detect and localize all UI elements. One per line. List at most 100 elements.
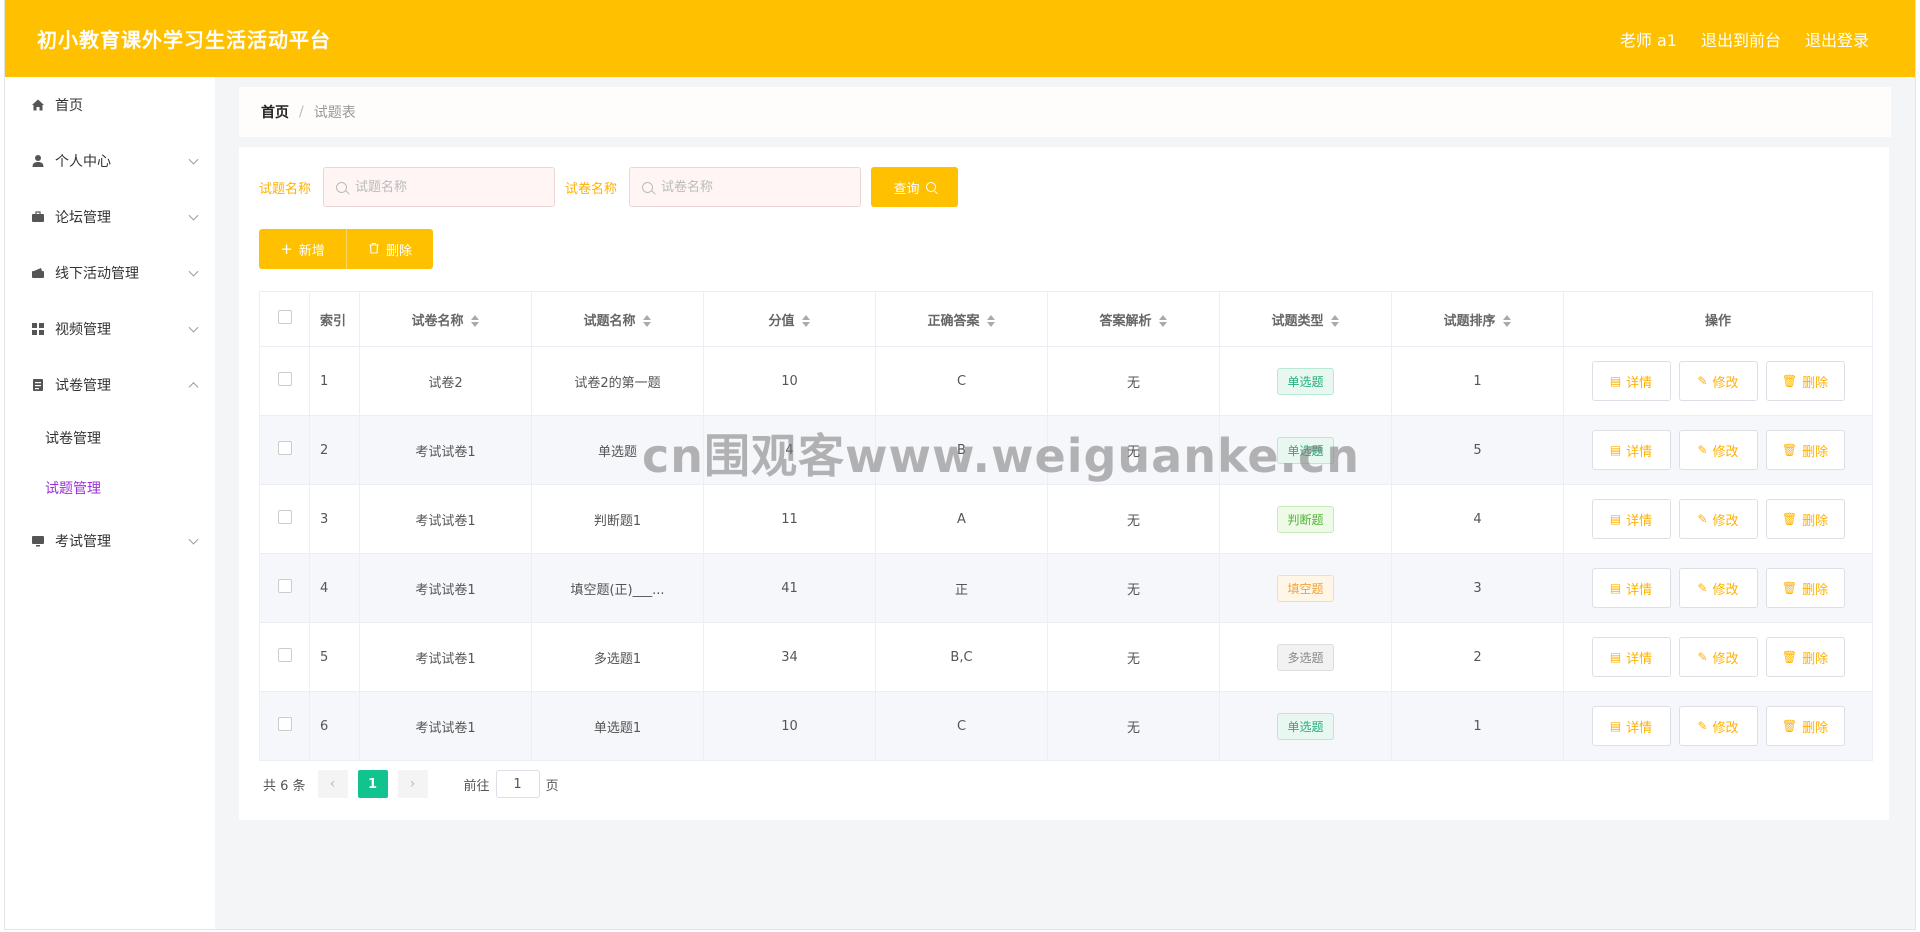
edit-button-label: 修改 — [1712, 444, 1739, 460]
delete-button[interactable]: 🗑 删除 — [1765, 637, 1845, 677]
search-form: 试题名称 试卷名称 查询 — [259, 167, 959, 207]
edit-button[interactable]: ✎ 修改 — [1678, 361, 1758, 401]
sidebar-item-exam-paper[interactable]: 试卷管理 — [5, 357, 215, 413]
edit-button[interactable]: ✎ 修改 — [1678, 499, 1758, 539]
header-question-order[interactable]: 试题排序 — [1391, 291, 1564, 347]
question-type-tag: 单选题 — [1277, 712, 1334, 740]
briefcase-icon — [29, 208, 47, 226]
edit-button[interactable]: ✎ 修改 — [1678, 430, 1758, 470]
cell-answer-analysis: 无 — [1047, 415, 1220, 485]
header-correct-answer[interactable]: 正确答案 — [875, 291, 1048, 347]
sort-icon[interactable] — [1330, 315, 1340, 327]
row-select-cell — [259, 622, 310, 692]
document-icon: ▤ — [1609, 374, 1622, 388]
goto-page-input[interactable] — [495, 770, 540, 798]
chevron-down-icon — [188, 154, 199, 165]
detail-button[interactable]: ▤ 详情 — [1591, 637, 1671, 677]
row-checkbox[interactable] — [277, 510, 292, 524]
detail-button[interactable]: ▤ 详情 — [1591, 430, 1671, 470]
sort-icon[interactable] — [642, 315, 652, 327]
breadcrumb-home[interactable]: 首页 — [261, 102, 289, 122]
sidebar-item-personal-center[interactable]: 个人中心 — [5, 133, 215, 189]
delete-button-label: 删除 — [1802, 444, 1829, 460]
cell-score: 10 — [703, 346, 876, 416]
table-row: 2 考试试卷1 单选题 4 B 无单选题 5 ▤ 详情 ✎ 修改 🗑 删除 — [259, 415, 1873, 485]
row-select-cell — [259, 415, 310, 485]
cell-question-type: 单选题 — [1219, 691, 1392, 761]
detail-button-label: 详情 — [1626, 651, 1653, 667]
header-question-name[interactable]: 试题名称 — [531, 291, 704, 347]
edit-button[interactable]: ✎ 修改 — [1678, 637, 1758, 677]
back-to-frontend-link[interactable]: 退出到前台 — [1701, 27, 1781, 51]
sidebar-item-label: 论坛管理 — [55, 210, 111, 226]
current-user-link[interactable]: 老师 a1 — [1620, 27, 1677, 51]
sort-icon[interactable] — [470, 315, 480, 327]
edit-button[interactable]: ✎ 修改 — [1678, 568, 1758, 608]
delete-button[interactable]: 🗑 删除 — [1765, 706, 1845, 746]
trash-icon: 🗑 — [1781, 581, 1798, 595]
edit-button[interactable]: ✎ 修改 — [1678, 706, 1758, 746]
search-icon — [642, 181, 654, 193]
header-score[interactable]: 分值 — [703, 291, 876, 347]
chevron-down-icon — [188, 534, 199, 545]
row-checkbox[interactable] — [277, 579, 292, 593]
logout-link[interactable]: 退出登录 — [1805, 27, 1869, 51]
detail-button[interactable]: ▤ 详情 — [1591, 706, 1671, 746]
paper-name-input[interactable] — [661, 179, 842, 195]
paper-name-field[interactable] — [629, 167, 862, 207]
header-question-type[interactable]: 试题类型 — [1219, 291, 1392, 347]
sort-icon[interactable] — [801, 315, 811, 327]
header-operations: 操作 — [1563, 291, 1873, 347]
question-name-field[interactable] — [323, 167, 556, 207]
sort-icon[interactable] — [1158, 315, 1168, 327]
document-icon: ▤ — [1609, 719, 1622, 733]
goto-unit: 页 — [545, 778, 559, 794]
row-checkbox[interactable] — [277, 717, 292, 731]
sidebar-item-forum[interactable]: 论坛管理 — [5, 189, 215, 245]
header-answer-analysis[interactable]: 答案解析 — [1047, 291, 1220, 347]
detail-button[interactable]: ▤ 详情 — [1591, 568, 1671, 608]
sidebar-item-offline-activity[interactable]: 线下活动管理 — [5, 245, 215, 301]
submenu-item-question-management[interactable]: 试题管理 — [5, 463, 215, 513]
query-button[interactable]: 查询 — [871, 167, 959, 207]
trash-icon: 🗑 — [1781, 650, 1798, 664]
cell-question-name: 试卷2的第一题 — [531, 346, 704, 416]
sidebar-item-exam[interactable]: 考试管理 — [5, 513, 215, 569]
sort-icon[interactable] — [986, 315, 996, 327]
row-checkbox[interactable] — [277, 648, 292, 662]
row-checkbox[interactable] — [277, 441, 292, 455]
add-button[interactable]: + 新增 — [259, 229, 346, 269]
sidebar-item-video[interactable]: 视频管理 — [5, 301, 215, 357]
detail-button-label: 详情 — [1626, 375, 1653, 391]
sort-icon[interactable] — [1502, 315, 1512, 327]
row-select-cell — [259, 553, 310, 623]
batch-delete-button[interactable]: 删除 — [346, 229, 433, 269]
cell-question-type: 填空题 — [1219, 553, 1392, 623]
cell-answer-analysis: 无 — [1047, 622, 1220, 692]
detail-button-label: 详情 — [1626, 582, 1653, 598]
row-checkbox[interactable] — [277, 372, 292, 386]
table-row: 4 考试试卷1 填空题(正)___... 41 正无 填空题 3 ▤ 详情 ✎ 修改 🗑 删除 — [259, 553, 1873, 623]
edit-icon: ✎ — [1697, 581, 1708, 595]
detail-button[interactable]: ▤ 详情 — [1591, 499, 1671, 539]
delete-button[interactable]: 🗑 删除 — [1765, 568, 1845, 608]
page-number-button[interactable]: 1 — [357, 770, 388, 798]
edit-button-label: 修改 — [1712, 582, 1739, 598]
next-page-button[interactable]: › — [397, 770, 428, 798]
delete-button[interactable]: 🗑 删除 — [1765, 430, 1845, 470]
submenu-item-paper-management[interactable]: 试卷管理 — [5, 413, 215, 463]
header-paper-name[interactable]: 试卷名称 — [359, 291, 532, 347]
delete-button[interactable]: 🗑 删除 — [1765, 499, 1845, 539]
select-all-checkbox[interactable] — [277, 310, 292, 324]
cell-score: 34 — [703, 622, 876, 692]
delete-button[interactable]: 🗑 删除 — [1765, 361, 1845, 401]
cell-paper-name: 试卷2 — [359, 346, 532, 416]
detail-button[interactable]: ▤ 详情 — [1591, 361, 1671, 401]
sidebar-item-label: 首页 — [55, 98, 83, 114]
cell-operations: ▤ 详情 ✎ 修改 🗑 删除 — [1563, 553, 1873, 623]
table-body: 1 试卷2 试卷2的第一题 10 C 无单选题 1 ▤ 详情 ✎ 修改 🗑 删除 2 考试试卷1 单选题 4 B 无… — [259, 346, 1873, 761]
question-name-input[interactable] — [355, 179, 536, 195]
cell-operations: ▤ 详情 ✎ 修改 🗑 删除 — [1563, 622, 1873, 692]
prev-page-button[interactable]: ‹ — [317, 770, 348, 798]
sidebar-item-home[interactable]: 首页 — [5, 77, 215, 133]
